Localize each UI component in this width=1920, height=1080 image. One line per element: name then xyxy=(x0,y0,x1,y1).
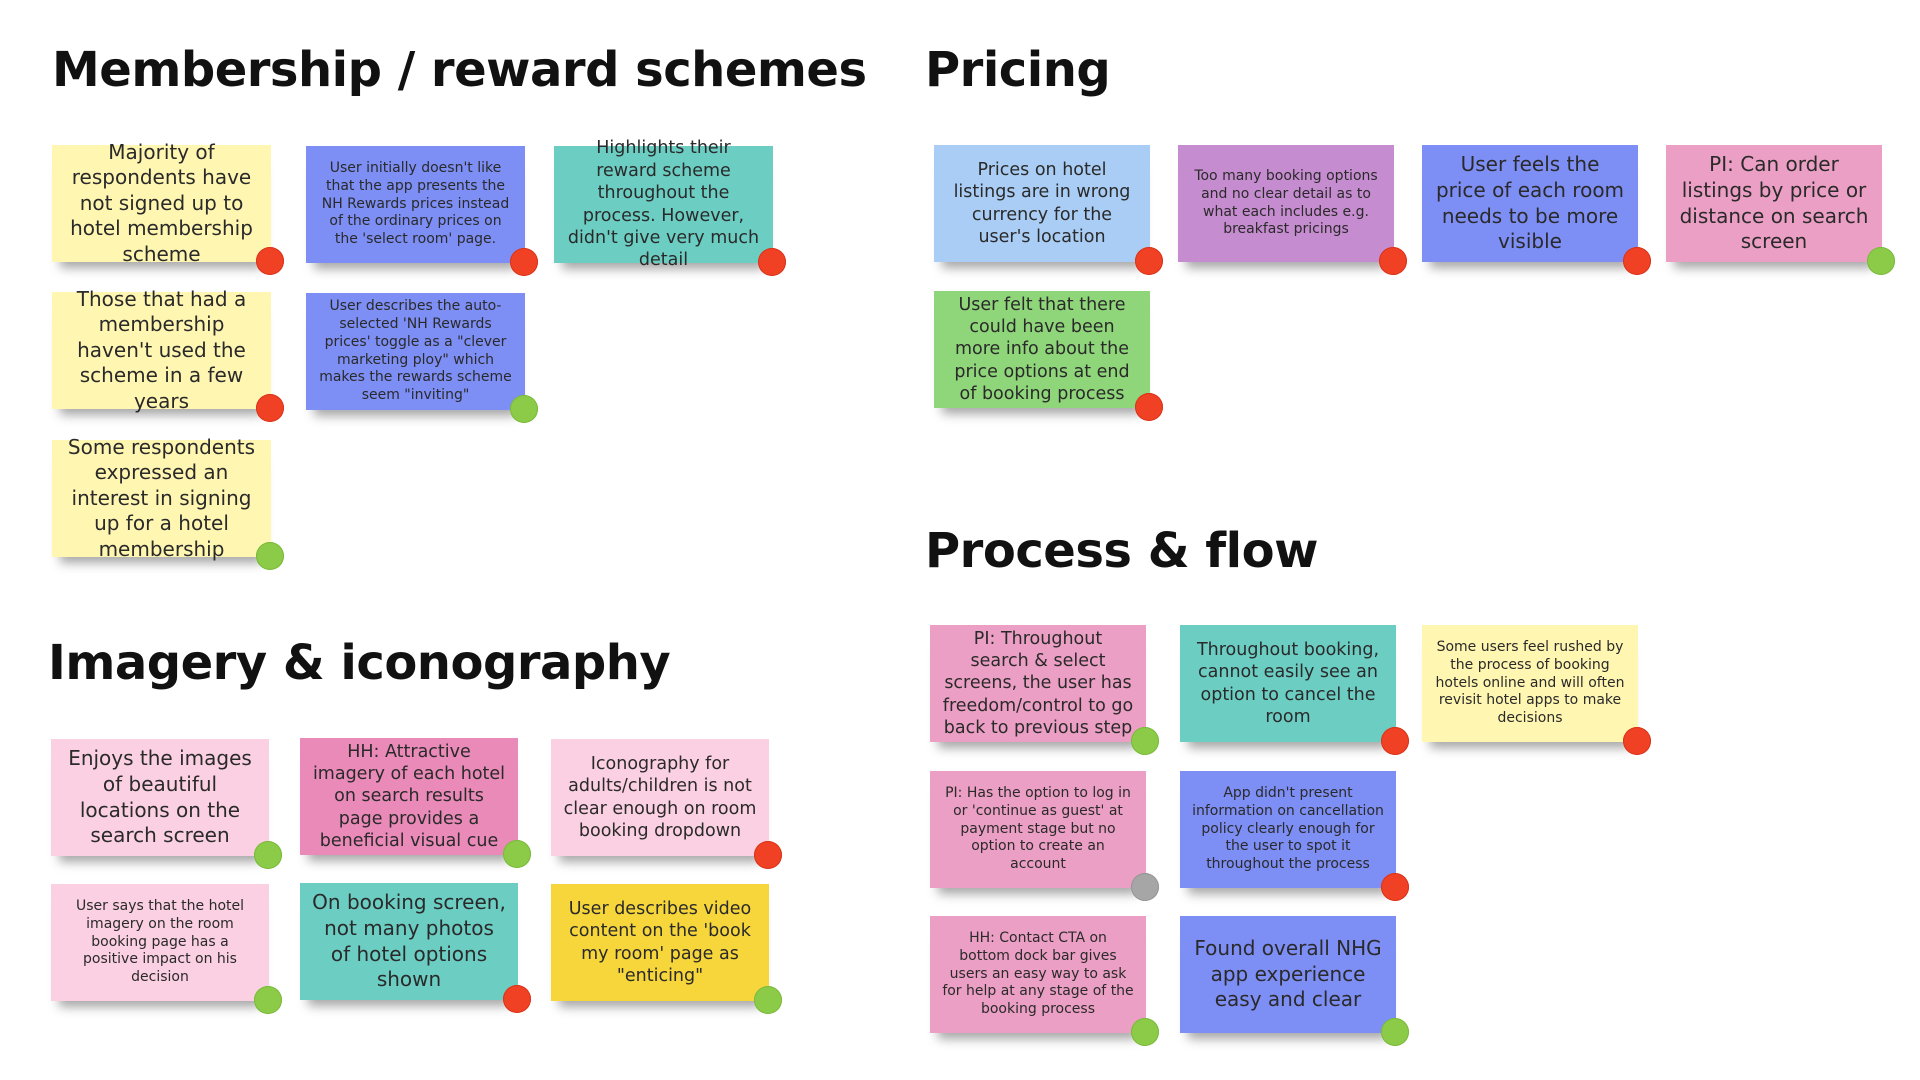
note-text: Majority of respondents have not signed … xyxy=(70,139,253,266)
status-dot-negative-icon xyxy=(1379,247,1407,275)
note-text: Too many booking options and no clear de… xyxy=(1194,167,1378,238)
status-dot-negative-icon xyxy=(1623,727,1651,755)
status-dot-negative-icon xyxy=(1135,393,1163,421)
sticky-note[interactable]: User feels the price of each room needs … xyxy=(1422,145,1651,275)
sticky-note[interactable]: User felt that there could have been mor… xyxy=(934,291,1163,421)
note-text: User felt that there could have been mor… xyxy=(954,294,1130,405)
status-dot-negative-icon xyxy=(1135,247,1163,275)
note-text: PI: Has the option to log in or 'continu… xyxy=(945,784,1131,873)
sticky-note[interactable]: User says that the hotel imagery on the … xyxy=(51,884,282,1014)
status-dot-negative-icon xyxy=(1381,727,1409,755)
section-title-pricing: Pricing xyxy=(925,42,1111,98)
sticky-note[interactable]: Majority of respondents have not signed … xyxy=(52,140,284,275)
note-text: PI: Throughout search & select screens, … xyxy=(942,628,1134,739)
status-dot-negative-icon xyxy=(510,248,538,276)
note-text: On booking screen, not many photos of ho… xyxy=(312,890,506,992)
sticky-note[interactable]: User initially doesn't like that the app… xyxy=(306,146,538,276)
note-text: User says that the hotel imagery on the … xyxy=(76,897,244,986)
note-text: Found overall NHG app experience easy an… xyxy=(1194,936,1382,1012)
sticky-note[interactable]: HH: Attractive imagery of each hotel on … xyxy=(300,738,531,868)
status-dot-negative-icon xyxy=(1623,247,1651,275)
sticky-note[interactable]: PI: Has the option to log in or 'continu… xyxy=(930,771,1159,901)
sticky-note[interactable]: PI: Can order listings by price or dista… xyxy=(1666,145,1895,275)
sticky-note[interactable]: User describes video content on the 'boo… xyxy=(551,884,782,1014)
status-dot-negative-icon xyxy=(1381,873,1409,901)
sticky-note[interactable]: Iconography for adults/children is not c… xyxy=(551,739,782,869)
note-text: User describes video content on the 'boo… xyxy=(568,898,752,986)
sticky-note[interactable]: On booking screen, not many photos of ho… xyxy=(300,883,531,1013)
sticky-note[interactable]: Some respondents expressed an interest i… xyxy=(52,435,284,570)
section-title-membership: Membership / reward schemes xyxy=(52,42,867,98)
sticky-note[interactable]: App didn't present information on cancel… xyxy=(1180,771,1409,901)
note-text: Highlights their reward scheme throughou… xyxy=(567,138,760,271)
status-dot-positive-icon xyxy=(754,986,782,1014)
note-text: Throughout booking, cannot easily see an… xyxy=(1196,639,1380,727)
note-text: Some respondents expressed an interest i… xyxy=(67,434,256,561)
sticky-note[interactable]: Prices on hotel listings are in wrong cu… xyxy=(934,145,1163,275)
sticky-note[interactable]: Some users feel rushed by the process of… xyxy=(1422,625,1651,755)
status-dot-positive-icon xyxy=(1131,727,1159,755)
status-dot-positive-icon xyxy=(510,395,538,423)
sticky-note[interactable]: Those that had a membership haven't used… xyxy=(52,287,284,422)
note-text: HH: Attractive imagery of each hotel on … xyxy=(312,741,506,852)
sticky-note[interactable]: PI: Throughout search & select screens, … xyxy=(930,625,1159,755)
note-text: User describes the auto-selected 'NH Rew… xyxy=(319,297,512,404)
status-dot-positive-icon xyxy=(503,840,531,868)
note-text: HH: Contact CTA on bottom dock bar gives… xyxy=(942,929,1134,1018)
status-dot-neutral-icon xyxy=(1131,873,1159,901)
section-title-process: Process & flow xyxy=(925,523,1318,579)
status-dot-positive-icon xyxy=(1867,247,1895,275)
sticky-note[interactable]: HH: Contact CTA on bottom dock bar gives… xyxy=(930,916,1159,1046)
note-text: User feels the price of each room needs … xyxy=(1435,152,1625,254)
note-text: Prices on hotel listings are in wrong cu… xyxy=(953,159,1131,247)
status-dot-positive-icon xyxy=(254,986,282,1014)
sticky-note[interactable]: Throughout booking, cannot easily see an… xyxy=(1180,625,1409,755)
section-title-imagery: Imagery & iconography xyxy=(48,635,671,691)
status-dot-positive-icon xyxy=(254,841,282,869)
status-dot-positive-icon xyxy=(256,542,284,570)
sticky-note[interactable]: User describes the auto-selected 'NH Rew… xyxy=(306,293,538,423)
status-dot-negative-icon xyxy=(758,248,786,276)
note-text: Enjoys the images of beautiful locations… xyxy=(68,746,252,848)
note-text: App didn't present information on cancel… xyxy=(1192,784,1384,873)
status-dot-positive-icon xyxy=(1381,1018,1409,1046)
note-text: User initially doesn't like that the app… xyxy=(321,159,510,248)
status-dot-negative-icon xyxy=(256,394,284,422)
sticky-note[interactable]: Found overall NHG app experience easy an… xyxy=(1180,916,1409,1046)
status-dot-negative-icon xyxy=(754,841,782,869)
status-dot-positive-icon xyxy=(1131,1018,1159,1046)
status-dot-negative-icon xyxy=(256,247,284,275)
status-dot-negative-icon xyxy=(503,985,531,1013)
note-text: PI: Can order listings by price or dista… xyxy=(1679,152,1869,254)
note-text: Iconography for adults/children is not c… xyxy=(563,753,757,841)
note-text: Some users feel rushed by the process of… xyxy=(1435,638,1625,727)
note-text: Those that had a membership haven't used… xyxy=(76,286,247,413)
sticky-note[interactable]: Enjoys the images of beautiful locations… xyxy=(51,739,282,869)
sticky-note[interactable]: Too many booking options and no clear de… xyxy=(1178,145,1407,275)
sticky-note[interactable]: Highlights their reward scheme throughou… xyxy=(554,138,786,276)
